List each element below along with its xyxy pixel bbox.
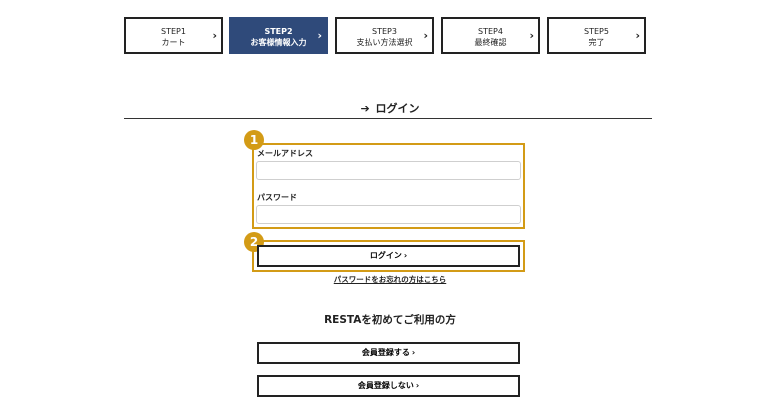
step-payment[interactable]: STEP3 支払い方法選択 ›: [335, 17, 434, 54]
login-button-label: ログイン: [369, 251, 402, 260]
chevron-right-icon: ›: [423, 29, 428, 42]
checkout-steps: STEP1 カート › STEP2 お客様情報入力 › STEP3 支払い方法選…: [124, 17, 646, 54]
guest-button-label: 会員登録しない: [357, 381, 414, 390]
chevron-right-icon: ›: [403, 251, 408, 260]
chevron-right-icon: ›: [635, 29, 640, 42]
password-label: パスワード: [257, 193, 297, 202]
step-number: STEP1: [161, 27, 186, 36]
login-title: ➔ ログイン: [0, 100, 780, 116]
divider: [124, 118, 652, 119]
chevron-right-icon: ›: [415, 381, 420, 390]
step-number: STEP2: [264, 27, 293, 36]
chevron-right-icon: ›: [529, 29, 534, 42]
register-button-label: 会員登録する: [361, 348, 410, 357]
first-time-heading: RESTAを初めてご利用の方: [324, 314, 456, 326]
step-customer-info[interactable]: STEP2 お客様情報入力 ›: [229, 17, 328, 54]
step-number: STEP3: [372, 27, 397, 36]
step-number: STEP5: [584, 27, 609, 36]
step-name: お客様情報入力: [250, 38, 307, 47]
email-field[interactable]: [256, 161, 521, 180]
step-name: 支払い方法選択: [356, 38, 413, 47]
chevron-right-icon: ›: [411, 348, 416, 357]
step-number: STEP4: [478, 27, 503, 36]
login-icon: ➔: [360, 102, 370, 115]
step-complete[interactable]: STEP5 完了 ›: [547, 17, 646, 54]
register-button[interactable]: 会員登録する ›: [257, 342, 520, 364]
guest-checkout-button[interactable]: 会員登録しない ›: [257, 375, 520, 397]
step-cart[interactable]: STEP1 カート ›: [124, 17, 223, 54]
login-title-text: ログイン: [375, 102, 420, 115]
step-name: カート: [161, 38, 186, 47]
login-button[interactable]: ログイン ›: [257, 245, 520, 267]
chevron-right-icon: ›: [317, 29, 322, 42]
email-label: メールアドレス: [257, 149, 313, 158]
step-name: 最終確認: [474, 38, 507, 47]
forgot-password-link[interactable]: パスワードをお忘れの方はこちら: [0, 274, 780, 285]
step-confirm[interactable]: STEP4 最終確認 ›: [441, 17, 540, 54]
chevron-right-icon: ›: [212, 29, 217, 42]
step-badge-1: 1: [244, 130, 264, 150]
step-name: 完了: [588, 38, 605, 47]
password-field[interactable]: [256, 205, 521, 224]
